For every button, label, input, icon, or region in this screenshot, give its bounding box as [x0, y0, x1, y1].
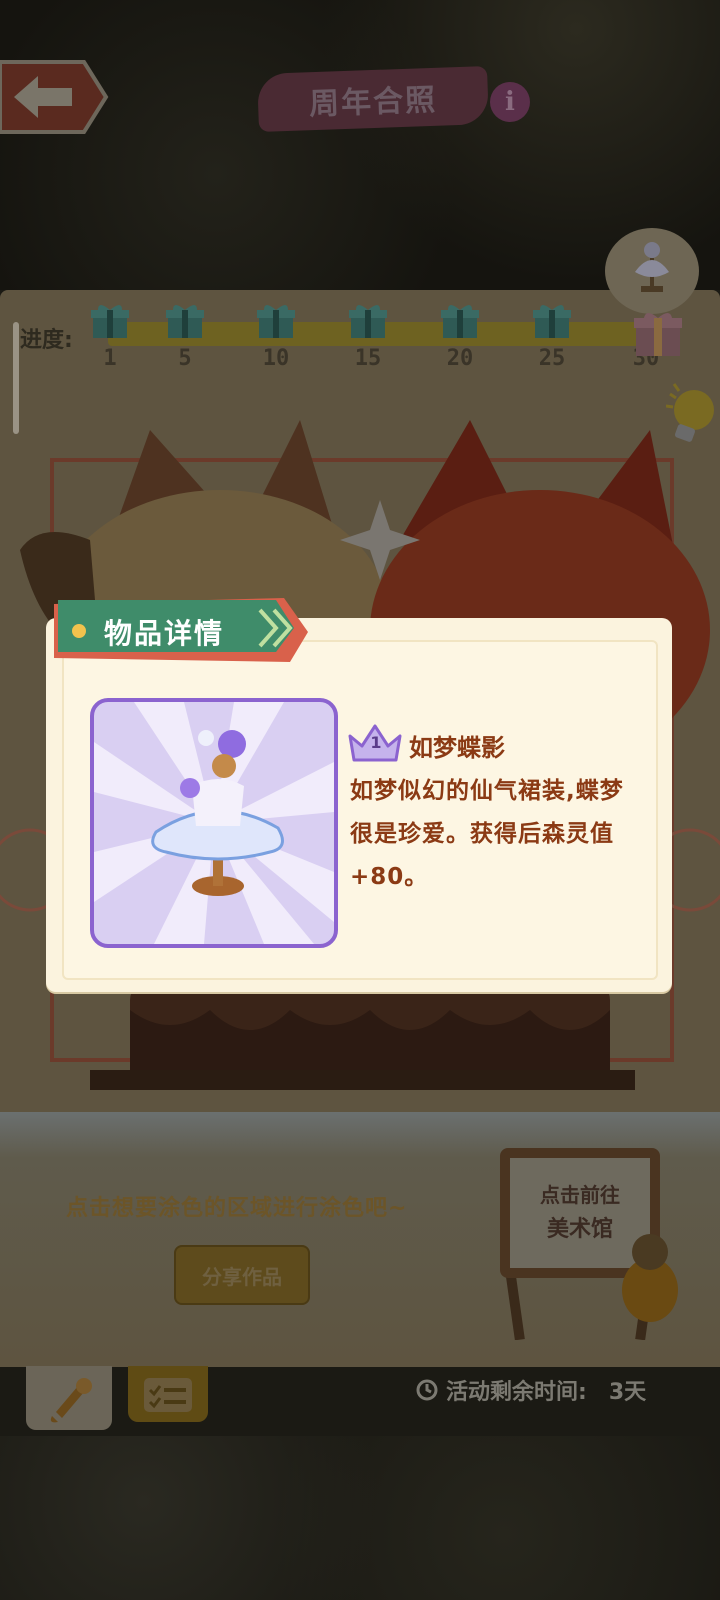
timer-value: 3天 — [608, 1380, 647, 1405]
museum-sign-button[interactable]: 点击前往 美术馆 — [500, 1140, 690, 1340]
flower-crown — [218, 730, 246, 758]
milestone-number: 10 — [262, 346, 290, 371]
timer-label: 活动剩余时间: — [446, 1380, 587, 1405]
item-name: 如梦蝶影 — [409, 734, 505, 762]
checklist-icon — [144, 1378, 192, 1412]
milestone-number: 20 — [446, 346, 474, 371]
modal-title: 物品详情 — [104, 617, 225, 650]
gift-icon[interactable] — [90, 300, 130, 340]
progress-label: 进度: — [20, 328, 73, 353]
grand-gift-icon[interactable] — [632, 310, 684, 358]
milestone-number: 15 — [354, 346, 382, 371]
tab-tasks[interactable] — [128, 1366, 208, 1422]
milestone-number: 5 — [178, 346, 192, 371]
item-image — [90, 698, 338, 948]
cake-base — [90, 1070, 635, 1090]
milestone-number: 25 — [538, 346, 566, 371]
gift-icon[interactable] — [348, 300, 388, 340]
rank-number: 1 — [370, 733, 382, 752]
tab-paint[interactable] — [26, 1366, 112, 1430]
event-timer: 活动剩余时间: 3天 — [416, 1374, 646, 1406]
town-scene-background — [0, 1436, 720, 1600]
museum-sign-line2: 美术馆 — [547, 1216, 613, 1241]
share-artwork-button[interactable]: 分享作品 — [174, 1245, 310, 1305]
header-dot-icon — [72, 624, 86, 638]
page-title: 周年合照 — [257, 66, 489, 132]
coloring-hint: 点击想要涂色的区域进行涂色吧~ — [66, 1196, 408, 1221]
item-description: 如梦似幻的仙气裙装,蝶梦很是珍爱。获得后森灵值+80。 — [350, 778, 624, 890]
back-button[interactable] — [0, 58, 110, 136]
clock-icon — [416, 1379, 438, 1401]
gift-icon[interactable] — [440, 300, 480, 340]
milestone-number: 1 — [103, 346, 117, 371]
museum-sign-line1: 点击前往 — [540, 1183, 620, 1207]
final-reward-bubble[interactable] — [605, 228, 699, 314]
gift-icon[interactable] — [532, 300, 572, 340]
gift-icon[interactable] — [165, 300, 205, 340]
gift-icon[interactable] — [256, 300, 296, 340]
info-icon[interactable]: i — [490, 82, 530, 122]
